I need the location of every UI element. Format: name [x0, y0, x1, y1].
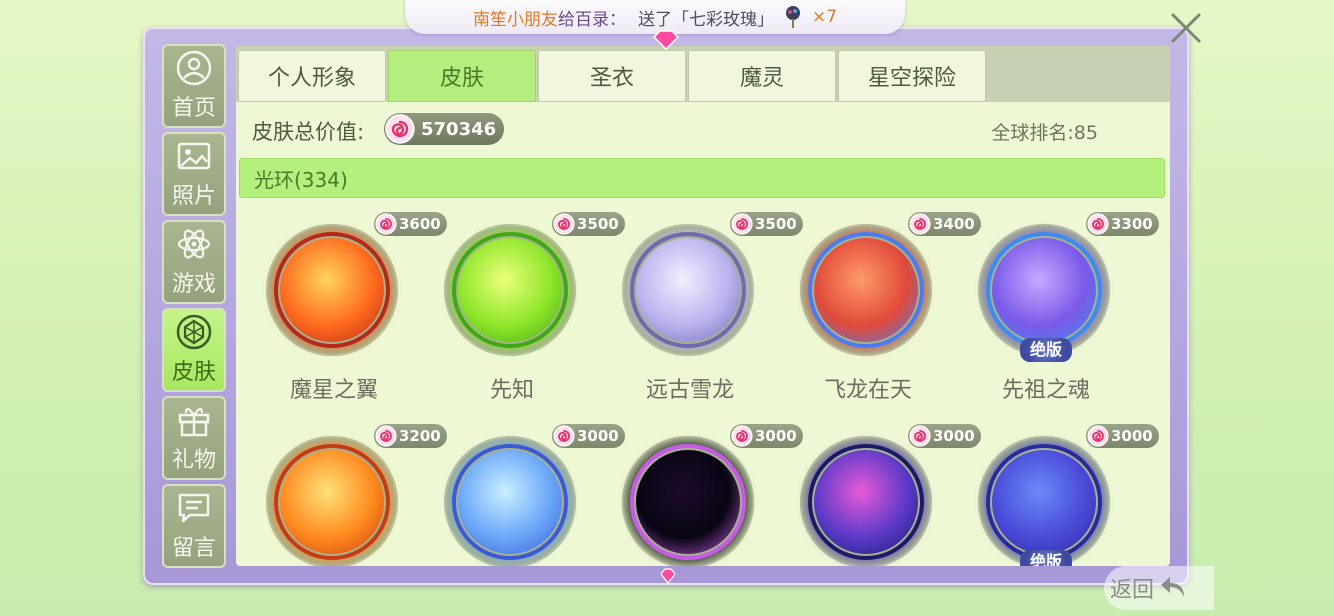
skin-preview [622, 224, 754, 356]
close-icon [1171, 13, 1201, 43]
skin-preview [266, 224, 398, 356]
skin-item[interactable]: 3500 远古雪龙 [592, 206, 803, 406]
sidebar-item-label: 照片 [171, 184, 216, 209]
halo-ring [630, 232, 746, 348]
skin-item[interactable]: 3500 先知 [414, 206, 625, 406]
sidebar-item-home[interactable]: 首页 [162, 44, 226, 128]
price-value: 3000 [1111, 427, 1153, 445]
price-badge: 3000 [1086, 424, 1159, 448]
swirl-coin-icon [731, 425, 753, 447]
skin-item[interactable]: 3200 [236, 418, 447, 566]
skin-name: 飞龙在天 [823, 378, 912, 403]
sidebar-item-skins[interactable]: 皮肤 [162, 308, 226, 392]
tab-spirits[interactable]: 魔灵 [688, 50, 836, 102]
skin-item[interactable]: 3400 飞龙在天 [770, 206, 981, 406]
banner-sender: 南笙小朋友 [472, 9, 558, 30]
frame-gem-ornament [652, 30, 680, 50]
skin-preview [800, 224, 932, 356]
total-value-badge: 570346 [384, 113, 504, 145]
total-value-label: 皮肤总价值: [252, 120, 365, 144]
sidebar-item-label: 留言 [171, 536, 216, 561]
diamond-icon [176, 314, 212, 350]
banner-count: ×7 [811, 7, 838, 27]
gift-icon [178, 407, 210, 437]
skin-item[interactable]: 3000 [414, 418, 625, 566]
sidebar-item-label: 首页 [171, 96, 216, 121]
swirl-coin-icon [731, 213, 753, 235]
skin-preview [800, 436, 932, 566]
content-panel: 个人形象 皮肤 圣衣 魔灵 星空探险 皮肤总价值: 570346 全球排名:85… [236, 46, 1170, 566]
skin-preview [444, 436, 576, 566]
tab-skins[interactable]: 皮肤 [388, 50, 536, 102]
skin-preview [622, 436, 754, 566]
skin-preview [978, 224, 1110, 356]
back-button[interactable]: 返回 [1104, 566, 1214, 610]
swirl-coin-icon [385, 114, 415, 144]
swirl-coin-icon [375, 213, 397, 235]
photo-icon [177, 142, 211, 170]
sidebar-item-label: 礼物 [171, 448, 216, 473]
banner-recipient: 给百录： [557, 9, 626, 30]
sidebar-item-label: 游戏 [171, 272, 216, 297]
skin-name: 先知 [489, 378, 534, 403]
skin-item[interactable]: 3300 绝版先祖之魂 [948, 206, 1159, 406]
skin-name: 先祖之魂 [1001, 378, 1090, 403]
halo-ring [274, 232, 390, 348]
section-header-halo[interactable]: 光环(334) [239, 158, 1165, 198]
tab-bar: 个人形象 皮肤 圣衣 魔灵 星空探险 [236, 46, 1170, 102]
swirl-coin-icon [1087, 425, 1109, 447]
frame-gem-ornament-bottom [660, 568, 676, 584]
swirl-coin-icon [375, 425, 397, 447]
halo-ring [808, 232, 924, 348]
price-badge: 3300 [1086, 212, 1159, 236]
halo-ring [986, 232, 1102, 348]
rose-gift-icon [785, 6, 800, 28]
halo-ring [986, 444, 1102, 560]
halo-ring [452, 232, 568, 348]
sidebar-item-messages[interactable]: 留言 [162, 484, 226, 568]
back-arrow-icon [1161, 577, 1185, 597]
gift-notification-banner: 南笙小朋友 给百录： 送了「七彩玫瑰」 ×7 [405, 0, 905, 34]
total-value: 570346 [421, 118, 497, 140]
skin-preview [444, 224, 576, 356]
swirl-coin-icon [553, 213, 575, 235]
skin-stats: 皮肤总价值: 570346 全球排名:85 [236, 104, 1170, 156]
skin-item[interactable]: 3600 魔星之翼 [236, 206, 447, 406]
skin-preview [266, 436, 398, 566]
sidebar-nav: 首页 照片 游戏 皮肤 礼物 留言 [162, 44, 230, 572]
limited-edition-badge: 绝版 [1020, 338, 1072, 362]
swirl-coin-icon [553, 425, 575, 447]
skin-name: 远古雪龙 [645, 378, 734, 403]
tab-space-adventure[interactable]: 星空探险 [838, 50, 986, 102]
tab-profile[interactable]: 个人形象 [238, 50, 386, 102]
close-button[interactable] [1162, 4, 1210, 52]
skin-name: 魔星之翼 [289, 378, 378, 403]
banner-message: 送了「七彩玫瑰」 [637, 9, 774, 30]
halo-ring [630, 444, 746, 560]
halo-ring [452, 444, 568, 560]
price-value: 3300 [1111, 215, 1153, 233]
halo-ring [808, 444, 924, 560]
swirl-coin-icon [909, 425, 931, 447]
message-icon [178, 493, 210, 523]
sidebar-item-games[interactable]: 游戏 [162, 220, 226, 304]
halo-ring [274, 444, 390, 560]
skin-item[interactable]: 3000 [592, 418, 803, 566]
sidebar-item-photos[interactable]: 照片 [162, 132, 226, 216]
skin-preview [978, 436, 1110, 566]
skin-item[interactable]: 3000 绝版 [948, 418, 1159, 566]
tab-holy-armor[interactable]: 圣衣 [538, 50, 686, 102]
atom-icon [177, 229, 211, 259]
sidebar-item-label: 皮肤 [171, 360, 216, 385]
sidebar-item-gifts[interactable]: 礼物 [162, 396, 226, 480]
limited-edition-badge: 绝版 [1020, 550, 1072, 566]
swirl-coin-icon [909, 213, 931, 235]
skin-item[interactable]: 3000 [770, 418, 981, 566]
swirl-coin-icon [1087, 213, 1109, 235]
back-label: 返回 [1110, 578, 1155, 603]
user-icon [176, 50, 212, 86]
section-title: 光环(334) [254, 167, 348, 192]
global-rank: 全球排名:85 [991, 122, 1098, 144]
